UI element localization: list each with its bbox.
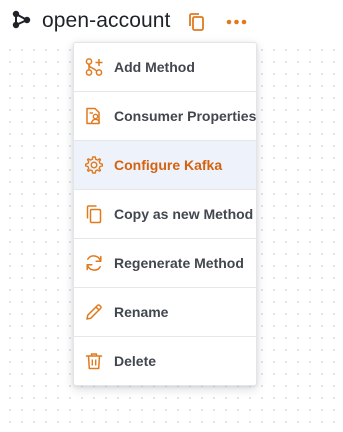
menu-item-regenerate-method[interactable]: Regenerate Method bbox=[74, 239, 256, 288]
menu-item-copy-as-new-method[interactable]: Copy as new Method bbox=[74, 190, 256, 239]
pencil-icon bbox=[84, 302, 104, 322]
menu-item-label: Copy as new Method bbox=[114, 206, 254, 222]
menu-item-label: Add Method bbox=[114, 59, 195, 75]
menu-item-label: Consumer Properties bbox=[114, 108, 257, 124]
menu-item-rename[interactable]: Rename bbox=[74, 288, 256, 337]
menu-item-label: Delete bbox=[114, 353, 157, 369]
menu-item-add-method[interactable]: Add Method bbox=[74, 43, 256, 92]
more-horizontal-icon bbox=[223, 10, 251, 34]
consumer-properties-icon bbox=[84, 106, 104, 126]
method-title: open-account bbox=[42, 9, 171, 32]
menu-item-configure-kafka[interactable]: Configure Kafka bbox=[74, 141, 256, 190]
menu-item-label: Regenerate Method bbox=[114, 255, 244, 271]
method-graph-icon bbox=[11, 9, 33, 31]
menu-item-label: Configure Kafka bbox=[114, 157, 223, 173]
gear-icon bbox=[84, 155, 104, 175]
add-method-icon bbox=[84, 57, 104, 77]
menu-item-delete[interactable]: Delete bbox=[74, 337, 256, 385]
copy-icon bbox=[84, 204, 104, 224]
header-bar: open-account bbox=[0, 0, 343, 44]
more-options-button[interactable] bbox=[223, 10, 251, 34]
regenerate-icon bbox=[84, 253, 104, 273]
trash-icon bbox=[84, 351, 104, 371]
menu-item-consumer-properties[interactable]: Consumer Properties bbox=[74, 92, 256, 141]
copy-icon bbox=[185, 10, 209, 34]
method-context-menu: Add Method Consumer Properties Configure… bbox=[73, 42, 257, 386]
copy-method-button[interactable] bbox=[185, 10, 209, 34]
menu-item-label: Rename bbox=[114, 304, 169, 320]
